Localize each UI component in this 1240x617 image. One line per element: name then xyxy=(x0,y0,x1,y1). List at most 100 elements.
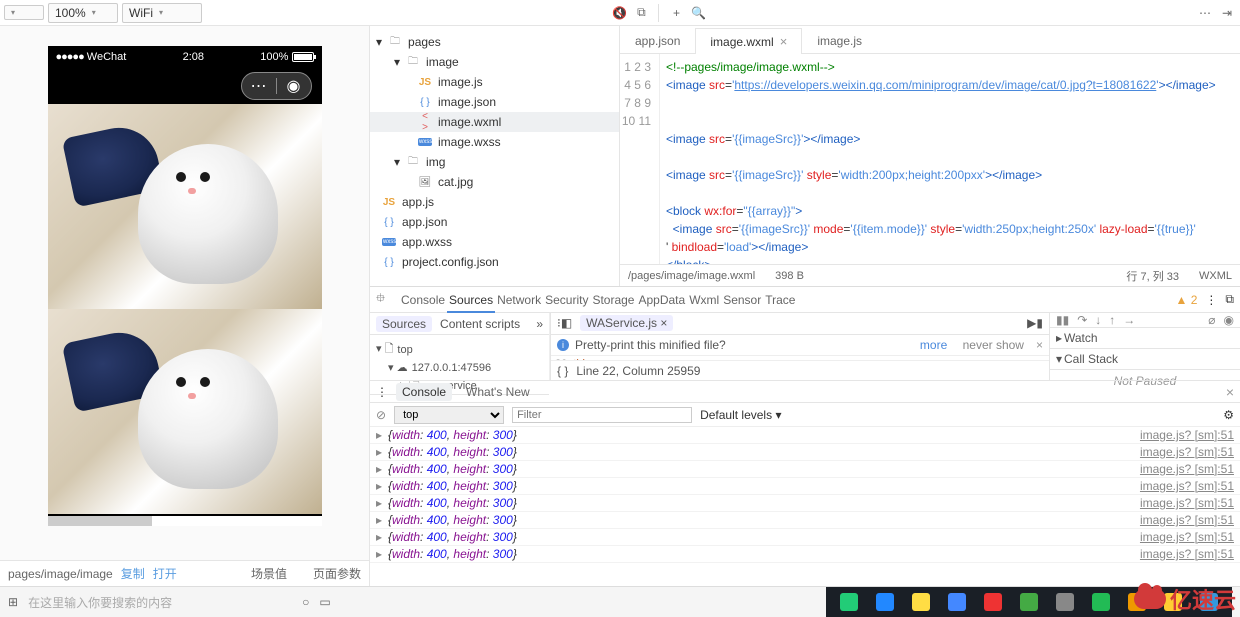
open-file-tab[interactable]: WAService.js × xyxy=(580,315,673,331)
capsule-close-icon[interactable]: ◉ xyxy=(277,76,311,96)
tree-item-image[interactable]: ▾🗀image xyxy=(370,52,619,72)
console-menu-icon[interactable]: ⋮ xyxy=(376,385,388,399)
sources-tab[interactable]: Sources xyxy=(376,316,432,332)
console-settings-icon[interactable]: ⚙ xyxy=(1223,408,1234,422)
pretty-more[interactable]: more xyxy=(920,338,947,352)
tree-top[interactable]: top xyxy=(397,344,412,356)
braces-icon[interactable]: { } xyxy=(557,364,568,378)
status-cursor: 行 7, 列 33 xyxy=(1126,268,1179,284)
step-out-icon[interactable]: ↑ xyxy=(1109,313,1115,327)
page-args-button[interactable]: 页面参数 xyxy=(313,565,361,582)
tree-item-app-wxss[interactable]: wxssapp.wxss xyxy=(370,232,619,252)
context-select[interactable]: top xyxy=(394,406,504,424)
devtools-tab-wxml[interactable]: Wxml xyxy=(687,289,721,311)
devtools-tab-console[interactable]: Console xyxy=(399,289,447,311)
console-line[interactable]: ▸{width: 400, height: 300}image.js? [sm]… xyxy=(370,478,1240,495)
console-output[interactable]: ▸{width: 400, height: 300}image.js? [sm]… xyxy=(370,427,1240,586)
run-icon[interactable]: ▶▮ xyxy=(1027,316,1043,330)
console-line[interactable]: ▸{width: 400, height: 300}image.js? [sm]… xyxy=(370,444,1240,461)
close-tab-icon[interactable]: × xyxy=(780,34,788,49)
page-path: pages/image/image xyxy=(8,567,113,581)
filter-input[interactable] xyxy=(512,407,692,423)
step-over-icon[interactable]: ↷ xyxy=(1077,313,1087,327)
devtools-tab-network[interactable]: Network xyxy=(495,289,543,311)
search-icon[interactable]: 🔍 xyxy=(689,4,707,22)
pretty-never[interactable]: never show xyxy=(963,338,1024,352)
add-tab-icon[interactable]: + xyxy=(667,4,685,22)
devtools-tab-appdata[interactable]: AppData xyxy=(636,289,687,311)
windows-icon[interactable]: ⊞ xyxy=(8,595,18,609)
zoom-dropdown[interactable]: 100%▾ xyxy=(48,3,118,23)
tree-item-app-json[interactable]: { }app.json xyxy=(370,212,619,232)
editor-tabs: app.jsonimage.wxml×image.js xyxy=(620,26,1240,54)
carrier-label: WeChat xyxy=(87,51,127,63)
search-hint[interactable]: 在这里输入你要搜索的内容 xyxy=(28,594,172,611)
tree-item-image-js[interactable]: JSimage.js xyxy=(370,72,619,92)
capsule-menu-icon[interactable]: ⋯ xyxy=(242,76,276,96)
code-body[interactable]: <!--pages/image/image.wxml--> <image src… xyxy=(660,54,1240,264)
tree-host[interactable]: 127.0.0.1:47596 xyxy=(412,362,492,374)
code-editor[interactable]: 1 2 3 4 5 6 7 8 9 10 11 <!--pages/image/… xyxy=(620,54,1240,264)
console-tabs: ⋮ Console What's New × xyxy=(370,381,1240,403)
scene-value-button[interactable]: 场景值 xyxy=(251,565,287,582)
whatsnew-tab[interactable]: What's New xyxy=(460,383,536,401)
deactivate-bp-icon[interactable]: ⌀ xyxy=(1208,313,1215,327)
tree-item-image-wxml[interactable]: < >image.wxml xyxy=(370,112,619,132)
content-scripts-tab[interactable]: Content scripts xyxy=(440,317,520,331)
devtools-more-icon[interactable]: ⋮ xyxy=(1205,293,1217,307)
editor-statusbar: /pages/image/image.wxml 398 B 行 7, 列 33 … xyxy=(620,264,1240,286)
device-dropdown[interactable]: ▾ xyxy=(4,5,44,20)
tree-item-app-js[interactable]: JSapp.js xyxy=(370,192,619,212)
editor-tab-image-js[interactable]: image.js xyxy=(802,28,877,53)
console-filterbar: ⊘ top Default levels ▾ ⚙ xyxy=(370,403,1240,427)
step-into-icon[interactable]: ↓ xyxy=(1095,313,1101,327)
devtools-dock-icon[interactable]: ⧉ xyxy=(1225,292,1234,307)
tree-item-image-wxss[interactable]: wxssimage.wxss xyxy=(370,132,619,152)
editor-tab-app-json[interactable]: app.json xyxy=(620,28,695,53)
devtools-tab-sources[interactable]: Sources xyxy=(447,289,495,313)
console-line[interactable]: ▸{width: 400, height: 300}image.js? [sm]… xyxy=(370,512,1240,529)
console-line[interactable]: ▸{width: 400, height: 300}image.js? [sm]… xyxy=(370,495,1240,512)
network-dropdown[interactable]: WiFi▾ xyxy=(122,3,202,23)
split-icon[interactable]: ⇥ xyxy=(1218,4,1236,22)
console-tab[interactable]: Console xyxy=(396,383,452,401)
console-line[interactable]: ▸{width: 400, height: 300}image.js? [sm]… xyxy=(370,461,1240,478)
taskview-icon[interactable]: ▭ xyxy=(319,595,330,609)
top-toolbar: ▾ 100%▾ WiFi▾ 🔇 ⧉ + 🔍 ⋯ ⇥ xyxy=(0,0,1240,26)
cortana-icon[interactable]: ○ xyxy=(302,595,309,609)
inspect-icon[interactable]: ⯐ xyxy=(376,289,385,310)
devtools-tab-security[interactable]: Security xyxy=(543,289,590,311)
callstack-section[interactable]: ▾Call Stack xyxy=(1050,349,1240,370)
mute-icon[interactable]: 🔇 xyxy=(610,4,628,22)
file-nav-icon[interactable]: ⁝◧ xyxy=(557,316,572,330)
pretty-close-icon[interactable]: × xyxy=(1036,338,1043,352)
copy-link[interactable]: 复制 xyxy=(121,565,145,582)
capsule-bar: ⋯ ◉ xyxy=(48,68,322,104)
step-icon[interactable]: → xyxy=(1123,313,1135,327)
tree-item-img[interactable]: ▾🗀img xyxy=(370,152,619,172)
open-link[interactable]: 打开 xyxy=(153,565,177,582)
more-icon[interactable]: ⋯ xyxy=(1196,4,1214,22)
detach-icon[interactable]: ⧉ xyxy=(632,4,650,22)
console-line[interactable]: ▸{width: 400, height: 300}image.js? [sm]… xyxy=(370,529,1240,546)
clear-console-icon[interactable]: ⊘ xyxy=(376,408,386,422)
watch-section[interactable]: ▸Watch xyxy=(1050,328,1240,349)
tree-item-image-json[interactable]: { }image.json xyxy=(370,92,619,112)
tree-item-cat-jpg[interactable]: 🖼cat.jpg xyxy=(370,172,619,192)
devtools-tab-trace[interactable]: Trace xyxy=(763,289,797,311)
warning-badge[interactable]: ▲ 2 xyxy=(1176,293,1198,307)
devtools-tab-sensor[interactable]: Sensor xyxy=(721,289,763,311)
file-explorer[interactable]: ▾🗀pages▾🗀imageJSimage.js{ }image.json< >… xyxy=(370,26,620,286)
tree-item-project-config-json[interactable]: { }project.config.json xyxy=(370,252,619,272)
tree-item-pages[interactable]: ▾🗀pages xyxy=(370,32,619,52)
pause-icon[interactable]: ▮▮ xyxy=(1056,313,1069,327)
levels-dropdown[interactable]: Default levels ▾ xyxy=(700,408,781,422)
editor-tab-image-wxml[interactable]: image.wxml× xyxy=(695,28,802,54)
console-line[interactable]: ▸{width: 400, height: 300}image.js? [sm]… xyxy=(370,427,1240,444)
devtools-tab-storage[interactable]: Storage xyxy=(590,289,636,311)
battery-pct: 100% xyxy=(260,51,288,63)
console-line[interactable]: ▸{width: 400, height: 300}image.js? [sm]… xyxy=(370,546,1240,563)
pretty-print-text: Pretty-print this minified file? xyxy=(575,338,726,352)
pause-exc-icon[interactable]: ◉ xyxy=(1224,313,1234,327)
close-drawer-icon[interactable]: × xyxy=(1226,384,1234,400)
